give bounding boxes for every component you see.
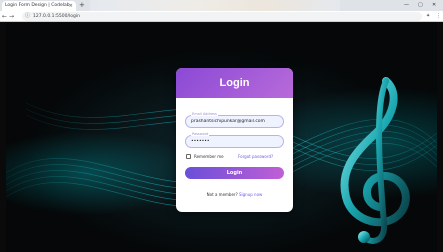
- new-tab-button[interactable]: +: [79, 1, 85, 10]
- login-header: Login: [176, 68, 293, 98]
- email-field[interactable]: Email Address: [185, 112, 284, 128]
- forgot-password-link[interactable]: Forgot password?: [238, 154, 273, 159]
- signup-prompt: Not a member? Signup now: [176, 192, 293, 197]
- browser-toolbar: ← → C ⓘ 127.0.0.1:5500/login ✦ ⋮: [0, 11, 443, 22]
- remember-me-checkbox[interactable]: [186, 154, 191, 159]
- browser-menu-icon[interactable]: ⋮: [436, 12, 441, 21]
- maximize-icon[interactable]: ▢: [418, 2, 423, 8]
- address-text: 127.0.0.1:5500/login: [33, 14, 80, 19]
- login-button[interactable]: Login: [185, 167, 284, 179]
- page-background: Login Email Address Password Remember me…: [6, 23, 437, 252]
- remember-me-row: Remember me: [186, 154, 224, 159]
- forward-icon[interactable]: →: [9, 12, 14, 21]
- password-input[interactable]: [191, 136, 281, 147]
- close-window-icon[interactable]: ✕: [432, 2, 436, 8]
- treble-clef-icon: [340, 77, 410, 244]
- login-card: Login Email Address Password Remember me…: [176, 68, 293, 212]
- tab-title: Login Form Design | Codelab: [5, 3, 70, 8]
- browser-tab[interactable]: Login Form Design | Codelab ×: [2, 1, 76, 11]
- tab-strip-background: [90, 0, 340, 11]
- remember-me-label[interactable]: Remember me: [194, 154, 224, 159]
- address-bar[interactable]: ⓘ 127.0.0.1:5500/login: [22, 12, 422, 21]
- back-icon[interactable]: ←: [2, 12, 7, 21]
- password-field[interactable]: Password: [185, 132, 284, 148]
- tab-close-icon[interactable]: ×: [69, 1, 73, 11]
- email-input[interactable]: [191, 116, 281, 127]
- signup-link[interactable]: Signup now: [239, 192, 262, 197]
- not-member-text: Not a member?: [206, 192, 238, 197]
- browser-tabstrip: Login Form Design | Codelab × + — ▢ ✕: [0, 0, 443, 11]
- minimize-icon[interactable]: —: [404, 2, 409, 8]
- login-title: Login: [219, 77, 250, 89]
- extension-icon[interactable]: ✦: [426, 12, 430, 21]
- site-info-icon[interactable]: ⓘ: [25, 12, 30, 21]
